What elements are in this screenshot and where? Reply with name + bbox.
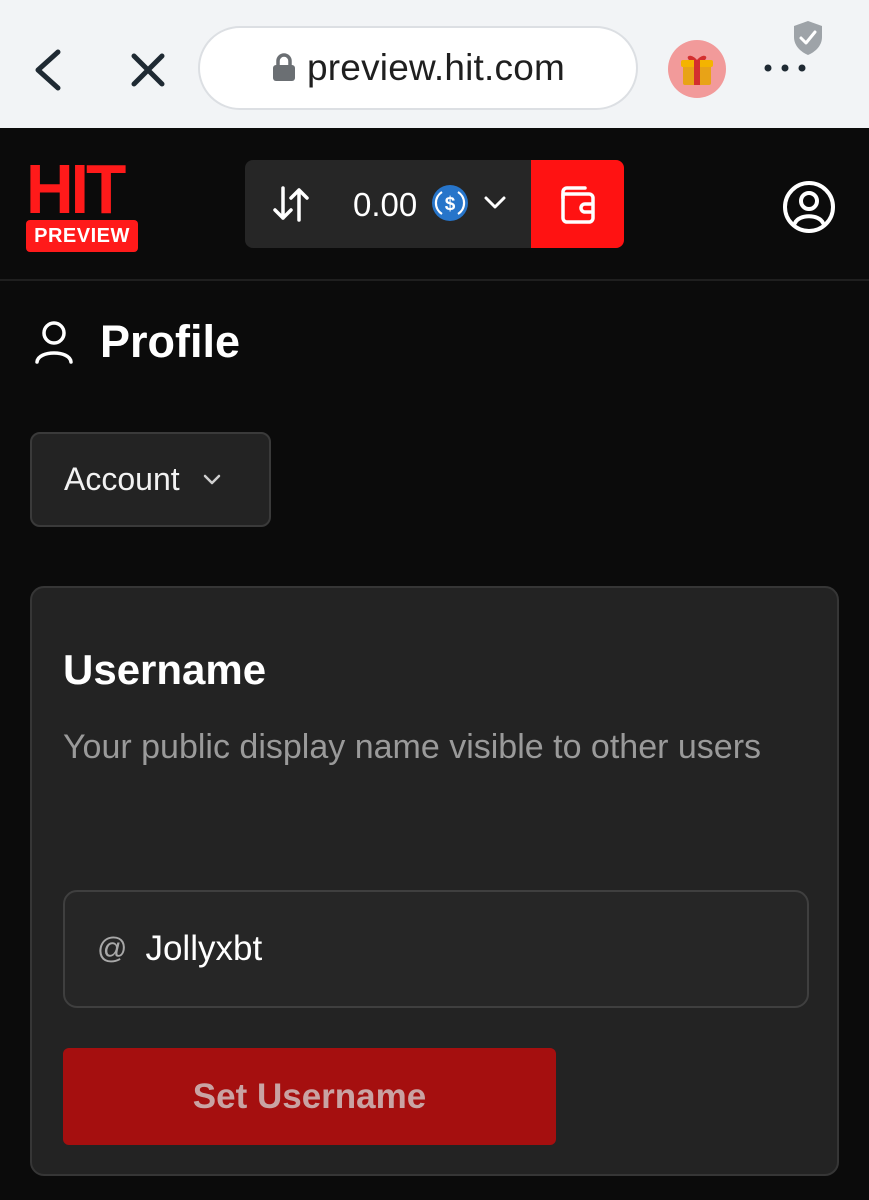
username-card: Username Your public display name visibl…	[30, 586, 839, 1176]
back-arrow-icon[interactable]	[28, 46, 68, 94]
account-section-dropdown[interactable]: Account	[30, 432, 271, 527]
at-prefix: @	[97, 932, 128, 965]
preview-badge: PREVIEW	[26, 220, 138, 252]
close-icon[interactable]	[124, 46, 172, 94]
set-username-button[interactable]: Set Username	[63, 1048, 556, 1145]
lock-icon	[273, 53, 295, 81]
balance-selector[interactable]: 0.00 $	[245, 160, 531, 248]
username-heading: Username	[63, 646, 267, 693]
dropdown-label: Account	[64, 461, 180, 497]
usdc-coin-icon: $	[432, 185, 468, 221]
chevron-down-icon	[203, 474, 220, 484]
app-header: HIT PREVIEW 0.00 $	[0, 128, 869, 281]
hit-logo[interactable]: HIT PREVIEW	[24, 150, 140, 256]
wallet-icon	[561, 186, 595, 224]
balance-amount: 0.00	[353, 186, 418, 223]
user-icon	[35, 321, 73, 364]
username-description: Your public display name visible to othe…	[63, 728, 762, 766]
gift-icon	[681, 55, 713, 85]
shield-check-icon	[794, 21, 822, 55]
chevron-down-icon[interactable]	[483, 194, 507, 212]
page-title: Profile	[34, 316, 240, 368]
username-input[interactable]	[145, 929, 746, 969]
wallet-button[interactable]	[531, 160, 624, 248]
svg-text:$: $	[445, 194, 456, 215]
swap-arrows-icon[interactable]	[271, 184, 311, 224]
address-bar[interactable]: preview.hit.com	[198, 26, 638, 110]
user-account-icon[interactable]	[782, 180, 836, 234]
browser-toolbar: preview.hit.com	[0, 0, 869, 128]
username-field[interactable]: @	[63, 890, 809, 1008]
more-options-icon[interactable]	[760, 58, 810, 78]
url-text: preview.hit.com	[307, 47, 565, 88]
logo-text: HIT	[26, 150, 126, 228]
page-title-text: Profile	[100, 316, 241, 367]
gift-button[interactable]	[668, 40, 726, 98]
